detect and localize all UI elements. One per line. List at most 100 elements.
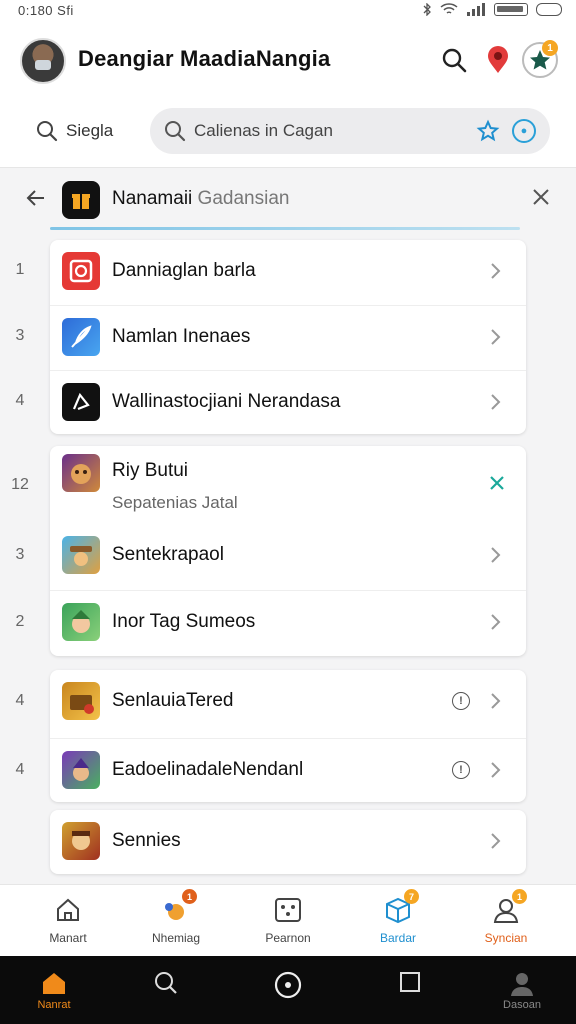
square-icon xyxy=(400,972,420,992)
list-item[interactable]: Sennies xyxy=(50,810,526,874)
list-item[interactable]: 4 Wallinastocjiani Nerandasa xyxy=(16,370,526,434)
nav-badge: 1 xyxy=(512,889,527,904)
nav-label: Bardar xyxy=(379,931,417,945)
item-label: Danniaglan barla xyxy=(112,260,256,281)
category-underline xyxy=(50,227,520,230)
location-pin-icon xyxy=(488,46,508,73)
nav-item-apps[interactable]: Pearnon xyxy=(238,895,338,945)
sys-profile-button[interactable]: Dasoan xyxy=(482,970,562,1011)
rank-label: 3 xyxy=(15,327,25,344)
app-screen: 0:180 Sfi Deangiar MaadiaNangia 1 Siegla xyxy=(0,0,576,1024)
category-title-main: Nanamaii xyxy=(112,188,193,209)
chevron-right-icon xyxy=(490,262,502,285)
toggle-icon xyxy=(536,3,562,16)
rank-label: 4 xyxy=(15,392,25,409)
back-button[interactable] xyxy=(24,186,48,215)
list-item[interactable]: 12 Riy Butui Sepatenias Jatal xyxy=(11,446,526,524)
item-label: Sentekrapaol xyxy=(112,544,224,565)
profile-avatar[interactable] xyxy=(20,38,66,84)
gift-icon xyxy=(72,194,90,209)
item-label: Sennies xyxy=(112,830,181,851)
box-icon: 7 xyxy=(383,889,419,925)
list-item[interactable]: 2 Inor Tag Sumeos xyxy=(16,590,526,654)
sys-compass-button[interactable] xyxy=(248,970,328,1003)
status-bar: 0:180 Sfi xyxy=(0,0,576,24)
chevron-right-icon xyxy=(490,328,502,351)
search-row: Siegla Calienas in Cagan ● xyxy=(0,100,576,168)
app-header: Deangiar MaadiaNangia 1 xyxy=(0,24,576,100)
search-icon xyxy=(155,972,177,994)
sys-search-button[interactable] xyxy=(126,970,206,999)
chevron-right-icon xyxy=(490,692,502,715)
game-wizard-icon xyxy=(62,751,100,789)
rewards-button[interactable]: 1 xyxy=(522,40,558,78)
nav-item-profile[interactable]: 1 Syncian xyxy=(456,889,556,945)
app-title: Deangiar MaadiaNangia xyxy=(78,46,331,71)
list-card: 1 Danniaglan barla 3 Namlan Inenaes 4 Wa… xyxy=(16,240,526,434)
game-bear-icon xyxy=(62,454,100,492)
signal-icon xyxy=(467,3,485,16)
list-item[interactable]: 3 Namlan Inenaes xyxy=(16,305,526,369)
voice-button[interactable]: ● xyxy=(512,119,536,143)
info-icon[interactable]: ! xyxy=(452,761,470,779)
mini-search-button[interactable]: Siegla xyxy=(36,120,113,142)
search-icon xyxy=(165,121,186,142)
search-input[interactable]: Calienas in Cagan ● xyxy=(150,108,550,154)
feather-icon xyxy=(62,318,100,356)
list-card: 4 SenlauiaTered ! 4 EadoelinadaleNendanl… xyxy=(16,670,526,802)
nav-item-box[interactable]: 7 Bardar xyxy=(348,889,448,945)
item-label: Riy Butui xyxy=(112,460,189,481)
search-icon xyxy=(442,48,467,73)
status-time: 0:180 Sfi xyxy=(18,3,74,18)
nav-item-games[interactable]: 1 Nhemiag xyxy=(126,889,226,945)
list-item[interactable]: 4 EadoelinadaleNendanl ! xyxy=(16,738,526,802)
search-button[interactable] xyxy=(436,42,472,78)
bottom-nav: Manart 1 Nhemiag Pearnon 7 Bardar 1 Sync… xyxy=(0,884,576,956)
rewards-badge: 1 xyxy=(542,40,558,56)
music-note-icon xyxy=(62,383,100,421)
category-title-sub: Gadansian xyxy=(197,188,290,209)
game-chest-icon xyxy=(62,682,100,720)
home-icon xyxy=(53,895,83,925)
search-icon xyxy=(37,121,58,142)
nav-badge: 7 xyxy=(404,889,419,904)
system-nav: Nanrat Dasoan xyxy=(0,956,576,1024)
rank-label: 4 xyxy=(15,692,25,709)
item-label: Inor Tag Sumeos xyxy=(112,611,256,632)
item-label: Wallinastocjiani Nerandasa xyxy=(112,391,341,412)
game-cowboy-icon xyxy=(62,536,100,574)
close-icon xyxy=(533,189,549,205)
close-icon[interactable] xyxy=(488,474,506,497)
close-button[interactable] xyxy=(530,186,552,213)
item-label: EadoelinadaleNendanl xyxy=(112,759,304,780)
person-icon: 1 xyxy=(491,889,527,925)
info-icon[interactable]: ! xyxy=(452,692,470,710)
category-header: Nanamaii Gadansian xyxy=(0,170,576,228)
rank-label: 2 xyxy=(15,613,25,630)
list-card: Sennies xyxy=(50,810,526,874)
compass-icon xyxy=(274,971,302,999)
nav-label: Pearnon xyxy=(265,931,311,945)
list-item[interactable]: 3 Sentekrapaol xyxy=(16,524,526,588)
nav-item-home[interactable]: Manart xyxy=(18,895,118,945)
item-sublabel: Sepatenias Jatal xyxy=(112,493,238,512)
sys-nav-label: Dasoan xyxy=(503,999,541,1011)
rank-label: 4 xyxy=(15,761,25,778)
star-outline-icon xyxy=(476,119,500,142)
apps-icon xyxy=(273,895,303,925)
favorite-button[interactable] xyxy=(476,119,500,148)
game-elf-icon xyxy=(62,603,100,641)
list-item[interactable]: 4 SenlauiaTered ! xyxy=(16,670,526,734)
status-icons xyxy=(422,3,562,16)
list-item[interactable]: 1 Danniaglan barla xyxy=(16,240,526,304)
nav-badge: 1 xyxy=(182,889,197,904)
rank-label: 12 xyxy=(11,476,29,493)
nav-label: Manart xyxy=(49,931,87,945)
notification-button[interactable] xyxy=(480,42,516,78)
sys-home-button[interactable]: Nanrat xyxy=(14,970,94,1011)
sys-recents-button[interactable] xyxy=(370,970,450,997)
category-title: Nanamaii Gadansian xyxy=(112,188,289,210)
home-icon xyxy=(43,973,65,994)
list-card: 12 Riy Butui Sepatenias Jatal 3 Sentekra… xyxy=(11,446,526,656)
search-placeholder: Calienas in Cagan xyxy=(194,121,333,140)
